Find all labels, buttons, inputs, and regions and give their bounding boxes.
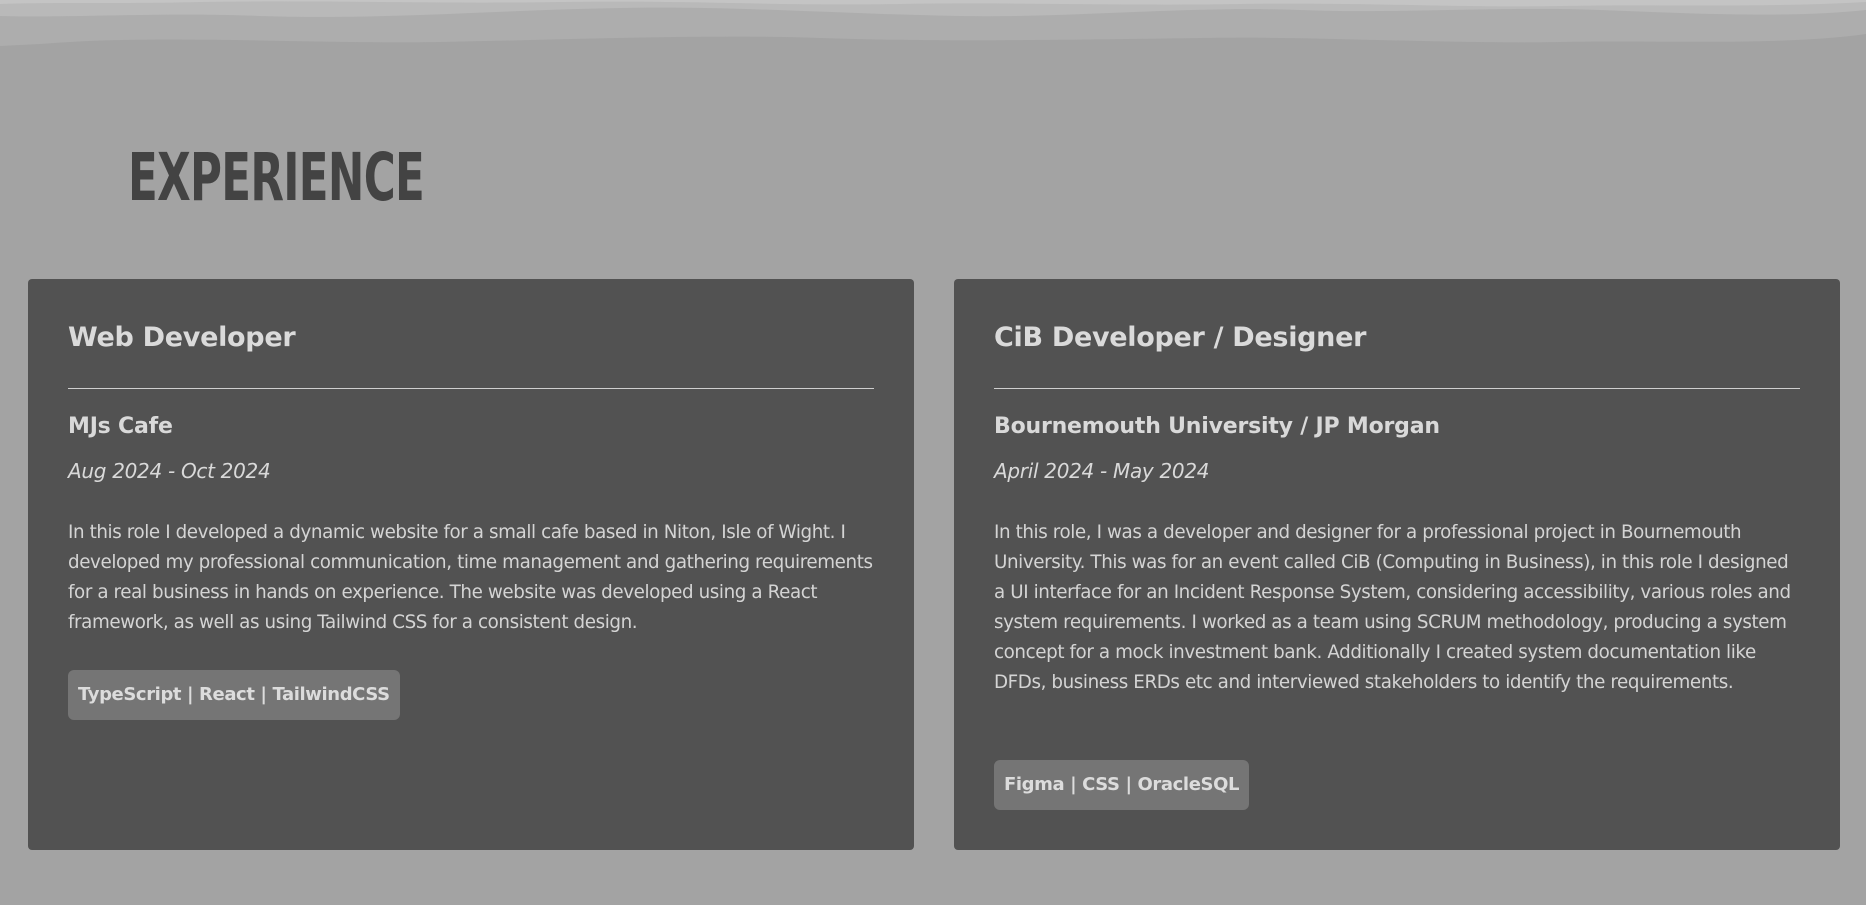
company-name: Bournemouth University / JP Morgan	[994, 414, 1440, 439]
job-description: In this role I developed a dynamic websi…	[68, 522, 873, 633]
experience-card: Web Developer MJs Cafe Aug 2024 - Oct 20…	[28, 279, 914, 850]
company-name: MJs Cafe	[68, 414, 173, 439]
job-title: CiB Developer / Designer	[994, 322, 1367, 353]
job-title: Web Developer	[68, 322, 296, 353]
card-divider	[994, 388, 1800, 389]
experience-card: CiB Developer / Designer Bournemouth Uni…	[954, 279, 1840, 850]
tech-stack-badge: Figma | CSS | OracleSQL	[994, 760, 1250, 810]
card-divider	[68, 388, 874, 389]
employment-dates: April 2024 - May 2024	[994, 459, 1210, 483]
section-title: EXPERIENCE	[128, 139, 425, 216]
tech-stack-badge: TypeScript | React | TailwindCSS	[68, 670, 400, 720]
job-description: In this role, I was a developer and desi…	[994, 522, 1791, 693]
employment-dates: Aug 2024 - Oct 2024	[68, 459, 271, 483]
decorative-wave-header	[0, 0, 1866, 46]
